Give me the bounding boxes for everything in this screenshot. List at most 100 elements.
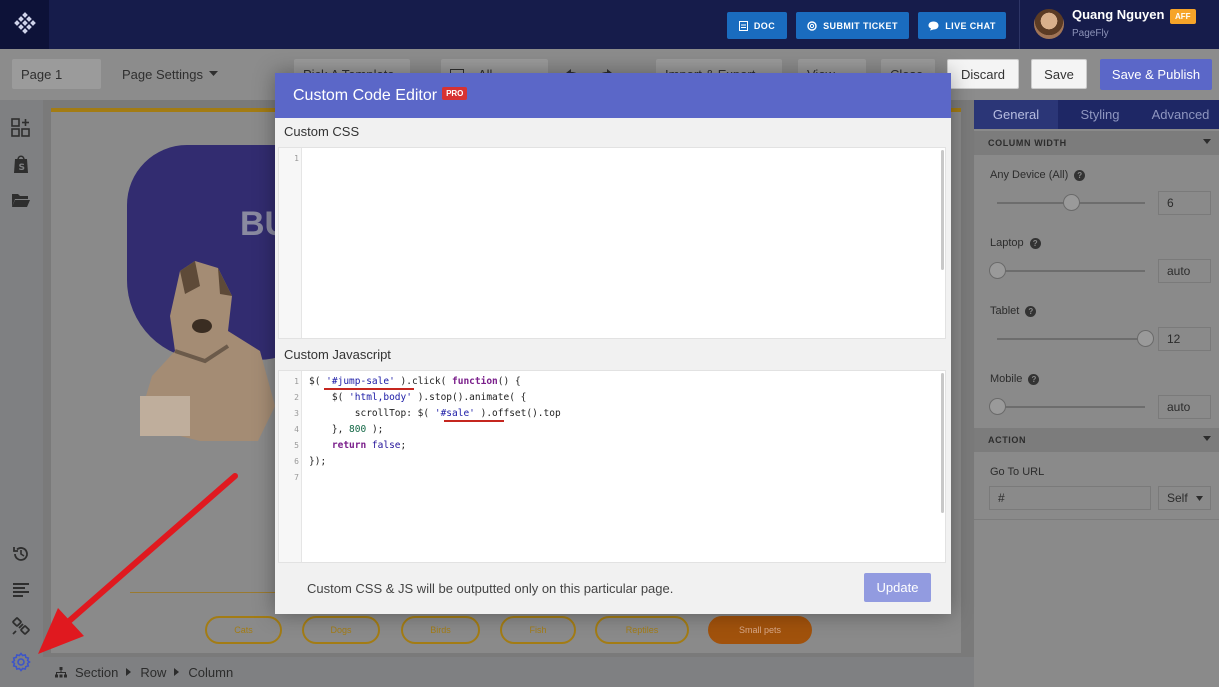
css-editor-scrollbar[interactable] bbox=[941, 150, 944, 270]
column-width-input[interactable]: 12 bbox=[1158, 327, 1211, 351]
user-name[interactable]: Quang Nguyen bbox=[1072, 7, 1164, 22]
doc-button[interactable]: DOC bbox=[727, 12, 787, 39]
page-settings-label: Page Settings bbox=[122, 66, 203, 82]
device-label-text: Laptop bbox=[990, 237, 1024, 249]
line-number: 4 bbox=[294, 425, 299, 434]
line-number: 6 bbox=[294, 457, 299, 466]
breadcrumb: Section Row Column bbox=[43, 657, 974, 687]
slider-track[interactable] bbox=[997, 338, 1145, 340]
code-line: scrollTop: $( '#sale' ).offset().top bbox=[309, 408, 561, 419]
goto-url-label: Go To URL bbox=[990, 466, 1044, 478]
section-title: COLUMN WIDTH bbox=[988, 138, 1067, 148]
code-token: ).stop().animate( { bbox=[411, 392, 527, 403]
js-editor-scrollbar[interactable] bbox=[941, 373, 944, 513]
shopify-bag-icon: S bbox=[14, 155, 28, 173]
breadcrumb-column[interactable]: Column bbox=[188, 665, 233, 680]
custom-js-editor[interactable]: 1 2 3 4 5 6 7 $( '#jump-sale' ).click( f… bbox=[278, 370, 946, 563]
slider-thumb[interactable] bbox=[989, 262, 1006, 279]
custom-css-label: Custom CSS bbox=[284, 124, 360, 139]
section-title: ACTION bbox=[988, 435, 1027, 445]
slider-thumb[interactable] bbox=[989, 398, 1006, 415]
discard-label: Discard bbox=[960, 66, 1006, 82]
help-icon[interactable]: ? bbox=[1074, 169, 1086, 181]
history-button[interactable] bbox=[10, 543, 32, 565]
link-target-select[interactable]: Self bbox=[1158, 486, 1211, 510]
slider-thumb[interactable] bbox=[1137, 330, 1154, 347]
category-pill-label: Small pets bbox=[738, 625, 782, 635]
shopify-button[interactable]: S bbox=[10, 153, 32, 175]
user-shop-name: PageFly bbox=[1072, 28, 1109, 39]
action-section-header[interactable]: ACTION bbox=[974, 428, 1219, 452]
live-chat-button[interactable]: LIVE CHAT bbox=[918, 12, 1006, 39]
code-string: 'html,body' bbox=[349, 392, 412, 403]
page-settings-dropdown[interactable]: Page Settings bbox=[122, 59, 218, 89]
add-elements-button[interactable] bbox=[10, 117, 32, 139]
slider-thumb[interactable] bbox=[1063, 194, 1080, 211]
help-icon[interactable]: ? bbox=[1029, 237, 1041, 249]
user-divider bbox=[1019, 0, 1020, 49]
media-folder-button[interactable] bbox=[10, 189, 32, 211]
user-avatar[interactable] bbox=[1034, 9, 1064, 39]
url-input[interactable]: # bbox=[989, 486, 1151, 510]
add-elements-icon bbox=[11, 118, 30, 137]
breadcrumb-section[interactable]: Section bbox=[75, 665, 118, 680]
chevron-right-icon bbox=[174, 668, 180, 676]
tab-label: Advanced bbox=[1151, 107, 1210, 122]
code-token: ).click( bbox=[394, 376, 453, 387]
help-icon[interactable]: ? bbox=[1028, 373, 1040, 385]
category-pill-small-pets[interactable]: Small pets bbox=[708, 616, 812, 644]
outline-button[interactable] bbox=[10, 579, 32, 601]
help-icon[interactable]: ? bbox=[1025, 305, 1037, 317]
line-number: 2 bbox=[294, 393, 299, 402]
history-icon bbox=[13, 547, 28, 561]
code-keyword: return bbox=[309, 440, 367, 451]
tab-styling[interactable]: Styling bbox=[1058, 100, 1142, 129]
goto-url-text: Go To URL bbox=[990, 466, 1045, 478]
category-pill-birds[interactable]: Birds bbox=[401, 616, 480, 644]
slider-track[interactable] bbox=[997, 406, 1145, 408]
custom-css-editor[interactable]: 1 bbox=[278, 147, 946, 339]
settings-button[interactable] bbox=[10, 651, 32, 673]
code-token: () { bbox=[497, 376, 521, 387]
category-pill-fish[interactable]: Fish bbox=[500, 616, 576, 644]
live-chat-label: LIVE CHAT bbox=[945, 20, 996, 31]
submit-ticket-button[interactable]: SUBMIT TICKET bbox=[796, 12, 909, 39]
code-line: return false; bbox=[309, 440, 406, 451]
tab-advanced[interactable]: Advanced bbox=[1142, 100, 1219, 129]
line-gutter: 1 bbox=[279, 148, 302, 338]
discard-button[interactable]: Discard bbox=[947, 59, 1019, 89]
column-width-section-header[interactable]: COLUMN WIDTH bbox=[974, 131, 1219, 155]
save-publish-button[interactable]: Save & Publish bbox=[1100, 59, 1212, 90]
column-width-value: 12 bbox=[1167, 332, 1181, 346]
column-width-input[interactable]: 6 bbox=[1158, 191, 1211, 215]
device-label-mobile: Mobile? bbox=[990, 373, 1040, 385]
save-button[interactable]: Save bbox=[1031, 59, 1087, 89]
integrations-button[interactable] bbox=[10, 615, 32, 637]
code-line: $( 'html,body' ).stop().animate( { bbox=[309, 392, 526, 403]
device-label-laptop: Laptop? bbox=[990, 237, 1041, 249]
document-icon bbox=[738, 20, 748, 31]
line-number: 1 bbox=[294, 377, 299, 386]
code-token: ).offset().top bbox=[474, 408, 561, 419]
pagefly-logo[interactable] bbox=[0, 0, 49, 49]
category-pill-cats[interactable]: Cats bbox=[205, 616, 282, 644]
category-pill-label: Dogs bbox=[330, 625, 352, 635]
category-pill-reptiles[interactable]: Reptiles bbox=[595, 616, 689, 644]
category-pill-label: Reptiles bbox=[625, 625, 659, 635]
slider-track[interactable] bbox=[997, 270, 1145, 272]
code-token: scrollTop: $( bbox=[309, 408, 435, 419]
modal-title: Custom Code Editor bbox=[293, 86, 438, 104]
column-width-input[interactable]: auto bbox=[1158, 395, 1211, 419]
breadcrumb-row[interactable]: Row bbox=[140, 665, 166, 680]
category-pill-dogs[interactable]: Dogs bbox=[302, 616, 380, 644]
code-line: }); bbox=[309, 456, 326, 467]
folder-open-icon bbox=[12, 194, 30, 207]
column-width-input[interactable]: auto bbox=[1158, 259, 1211, 283]
update-button[interactable]: Update bbox=[864, 573, 931, 602]
tab-general[interactable]: General bbox=[974, 100, 1058, 129]
line-number: 7 bbox=[294, 473, 299, 482]
page-name-input[interactable]: Page 1 bbox=[12, 59, 101, 89]
caret-down-icon bbox=[208, 71, 218, 76]
device-label-text: Tablet bbox=[990, 305, 1020, 317]
category-pill-label: Fish bbox=[529, 625, 547, 635]
